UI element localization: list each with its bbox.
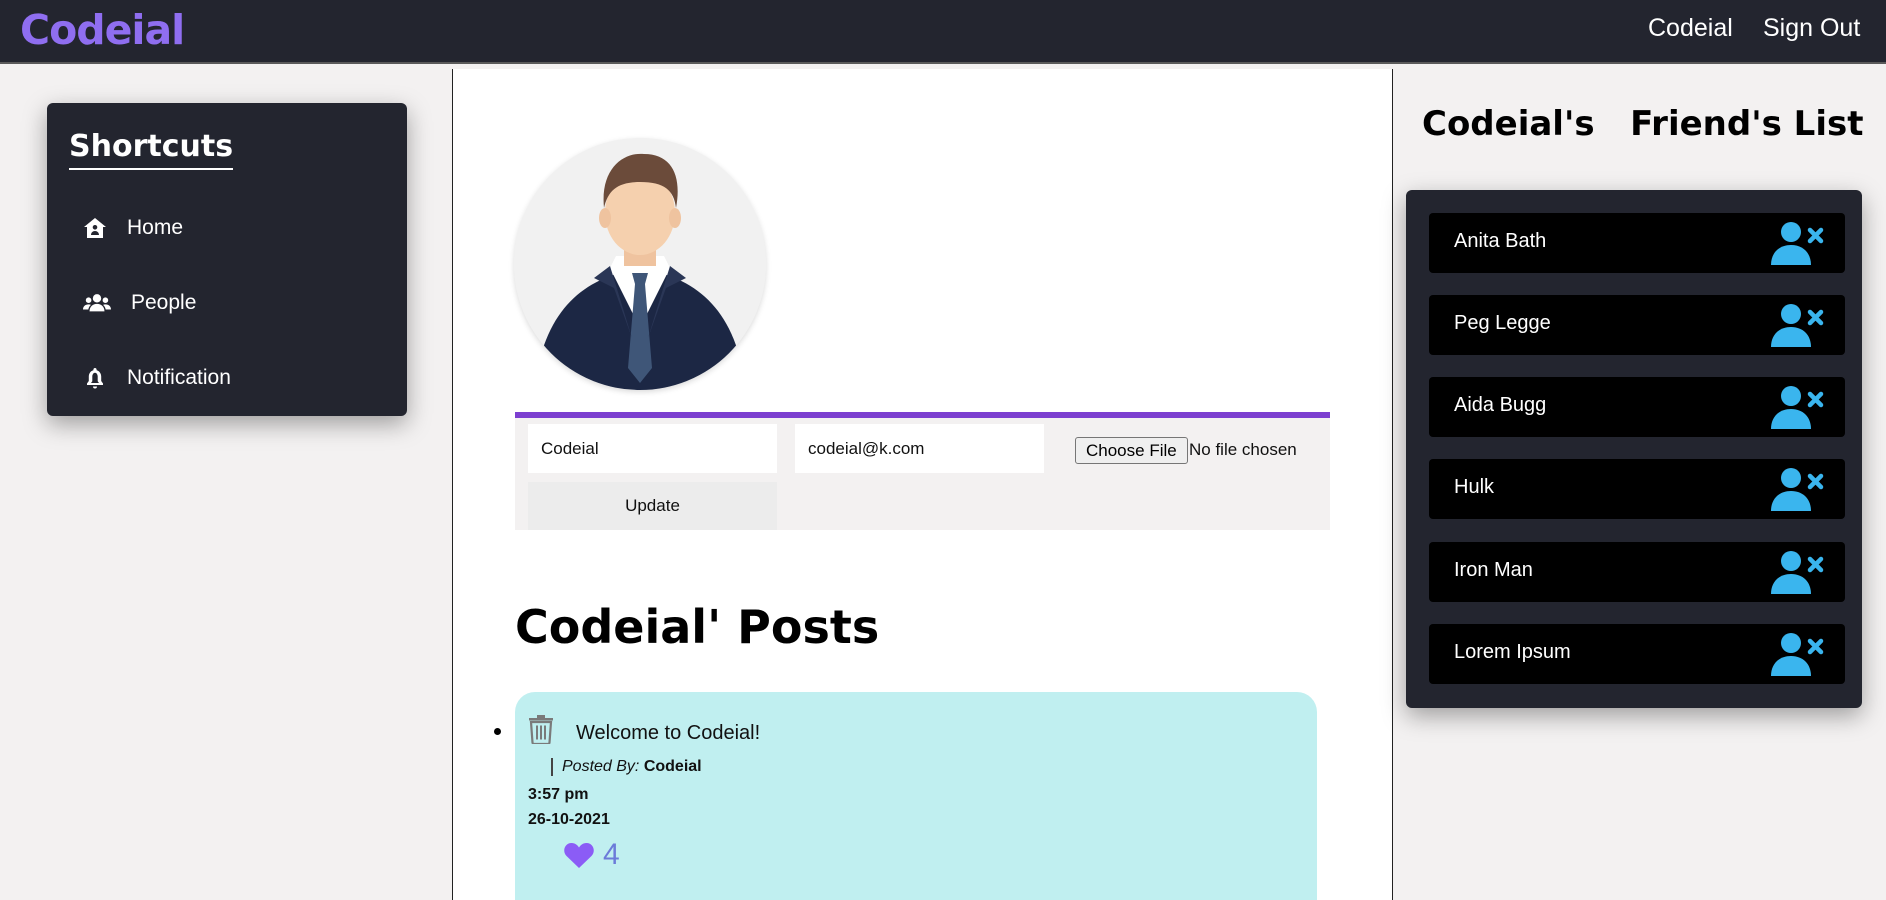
shortcuts-panel: Shortcuts Home People Notification — [47, 103, 407, 416]
post-content: Welcome to Codeial! — [576, 722, 761, 744]
remove-friend-icon[interactable] — [1771, 303, 1825, 347]
shortcuts-title: Shortcuts — [69, 129, 234, 170]
post-author-line: Posted By: Codeial — [551, 758, 702, 776]
top-navbar: Codeial Codeial Sign Out — [0, 0, 1886, 64]
friend-name: Lorem Ipsum — [1454, 641, 1571, 663]
remove-friend-icon[interactable] — [1771, 467, 1825, 511]
posted-by-label: Posted By: — [562, 758, 640, 775]
friends-heading-label: Friend's List — [1630, 104, 1864, 144]
friends-heading-owner: Codeial's — [1422, 104, 1595, 144]
like-count: 4 — [603, 838, 620, 871]
posts-heading: Codeial' Posts — [515, 600, 880, 654]
left-divider — [452, 69, 453, 900]
friend-name: Peg Legge — [1454, 312, 1551, 334]
post-date: 26-10-2021 — [528, 811, 610, 828]
remove-friend-icon[interactable] — [1771, 221, 1825, 265]
brand-logo[interactable]: Codeial — [20, 6, 185, 54]
friends-heading: Codeial's Friend's List — [1422, 104, 1864, 144]
shortcut-notification[interactable]: Notification — [83, 366, 231, 390]
friend-item[interactable]: Peg Legge — [1429, 295, 1845, 355]
friend-item[interactable]: Lorem Ipsum — [1429, 624, 1845, 684]
profile-update-form: Choose File No file chosen Update — [515, 412, 1330, 530]
shortcut-home-label: Home — [127, 216, 184, 239]
shortcut-notification-label: Notification — [127, 366, 231, 389]
nav-link-sign-out[interactable]: Sign Out — [1763, 14, 1860, 43]
list-bullet — [494, 728, 501, 735]
post-card: Welcome to Codeial! Posted By: Codeial 3… — [515, 692, 1317, 900]
house-user-icon — [84, 218, 106, 238]
choose-file-button[interactable]: Choose File — [1075, 437, 1188, 464]
post-author: Codeial — [643, 758, 702, 775]
profile-avatar — [514, 138, 766, 390]
friends-list-panel: Anita Bath Peg Legge Aida Bugg Hulk Iron… — [1406, 190, 1862, 708]
remove-friend-icon[interactable] — [1771, 385, 1825, 429]
nav-link-profile[interactable]: Codeial — [1648, 14, 1733, 43]
remove-friend-icon[interactable] — [1771, 550, 1825, 594]
shortcut-people[interactable]: People — [83, 291, 196, 315]
friend-name: Aida Bugg — [1454, 394, 1547, 416]
bell-icon — [87, 368, 103, 389]
friend-item[interactable]: Iron Man — [1429, 542, 1845, 602]
remove-friend-icon[interactable] — [1771, 632, 1825, 676]
shortcut-people-label: People — [131, 291, 197, 314]
heart-icon — [564, 843, 594, 868]
right-divider — [1392, 69, 1393, 900]
friend-item[interactable]: Hulk — [1429, 459, 1845, 519]
file-status-text: No file chosen — [1189, 440, 1297, 459]
friend-name: Iron Man — [1454, 559, 1533, 581]
friend-item[interactable]: Anita Bath — [1429, 213, 1845, 273]
email-input[interactable] — [795, 424, 1044, 473]
trash-icon[interactable] — [528, 714, 554, 744]
name-input[interactable] — [528, 424, 777, 473]
post-time: 3:57 pm — [528, 786, 589, 803]
businessman-avatar-image — [514, 138, 766, 390]
like-button[interactable]: 4 — [563, 838, 620, 872]
friend-name: Hulk — [1454, 476, 1495, 498]
update-button[interactable]: Update — [528, 482, 777, 530]
friend-item[interactable]: Aida Bugg — [1429, 377, 1845, 437]
shortcut-home[interactable]: Home — [83, 216, 183, 240]
friend-name: Anita Bath — [1454, 230, 1547, 252]
users-icon — [83, 294, 111, 312]
